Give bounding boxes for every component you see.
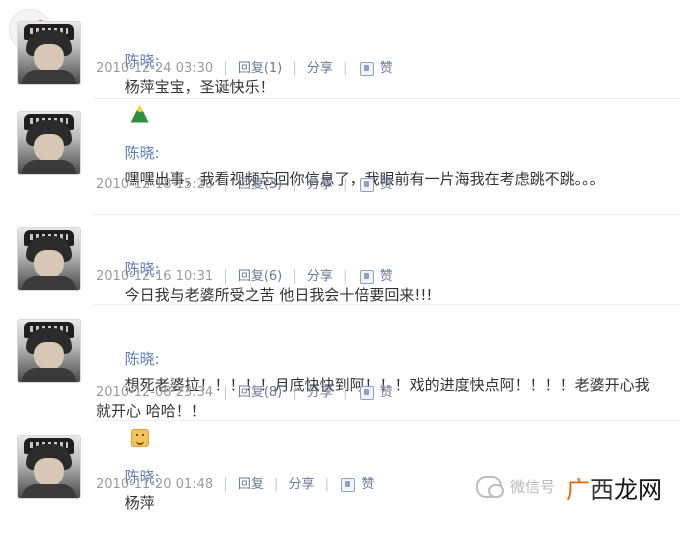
meta-separator: | — [324, 477, 330, 492]
watermark: 微信号 广西龙网 — [474, 470, 694, 505]
post-item: 陈晓: 杨萍 2010-11-20 01:48 | 回复 | 分享 | 赞 — [0, 0, 700, 517]
meta-separator: | — [273, 477, 279, 492]
reply-link[interactable]: 回复 — [238, 476, 264, 494]
wechat-icon — [476, 476, 504, 498]
meta-separator: | — [223, 477, 228, 492]
weibo-feed: 陈晓: 杨萍宝宝，圣诞快乐！ 2010-12-24 03:30 | 回复(1) … — [0, 0, 700, 517]
avatar-shirt — [22, 484, 76, 498]
watermark-brand-3: 龙网 — [614, 476, 662, 504]
watermark-brand: 广西龙网 — [566, 470, 662, 505]
share-link[interactable]: 分享 — [289, 476, 315, 494]
author-avatar[interactable] — [18, 436, 80, 498]
post-text: 杨萍 — [124, 494, 155, 512]
avatar-face — [34, 458, 64, 486]
watermark-brand-2: 西 — [590, 476, 614, 504]
thumb-up-icon[interactable] — [341, 478, 356, 492]
watermark-text: 微信号 — [510, 478, 556, 496]
post-timestamp: 2010-11-20 01:48 — [96, 477, 214, 492]
like-link[interactable]: 赞 — [361, 476, 374, 494]
post-meta: 2010-11-20 01:48 | 回复 | 分享 | 赞 — [96, 476, 374, 494]
watermark-brand-1: 广 — [566, 476, 590, 504]
